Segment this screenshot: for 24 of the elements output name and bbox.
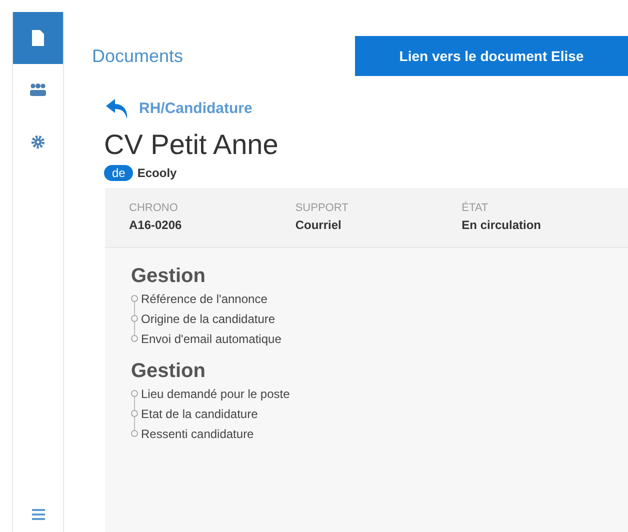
section-heading: Gestion bbox=[131, 264, 206, 288]
document-icon bbox=[31, 30, 45, 46]
timeline-item[interactable]: Lieu demandé pour le poste bbox=[141, 384, 290, 402]
timeline-item[interactable]: Origine de la candidature bbox=[141, 310, 276, 328]
document-link-button[interactable]: Lien vers le document Elise bbox=[355, 36, 628, 76]
field-value: Courriel bbox=[295, 217, 342, 234]
language-badge: de bbox=[104, 164, 134, 180]
timeline-item[interactable]: Référence de l'annonce bbox=[141, 290, 268, 308]
people-icon bbox=[29, 83, 47, 97]
sidebar-item[interactable] bbox=[13, 12, 63, 64]
menu-icon[interactable] bbox=[32, 509, 44, 520]
timeline-item[interactable]: Etat de la candidature bbox=[141, 404, 258, 422]
settings-icon bbox=[31, 135, 45, 149]
field-value: A16-0206 bbox=[129, 217, 182, 234]
field-label: ÉTAT bbox=[462, 200, 488, 216]
field-label: SUPPORT bbox=[295, 200, 348, 216]
field-label: CHRONO bbox=[129, 200, 178, 216]
document-title: CV Petit Anne bbox=[103, 128, 280, 162]
page-title: Documents bbox=[92, 44, 184, 68]
timeline-item[interactable]: Ressenti candidature bbox=[141, 424, 254, 442]
field-value: En circulation bbox=[462, 217, 542, 234]
section-heading: Gestion bbox=[131, 358, 206, 384]
timeline-item[interactable]: Envoi d'email automatique bbox=[141, 330, 282, 348]
owner-name: Ecooly bbox=[137, 164, 177, 182]
